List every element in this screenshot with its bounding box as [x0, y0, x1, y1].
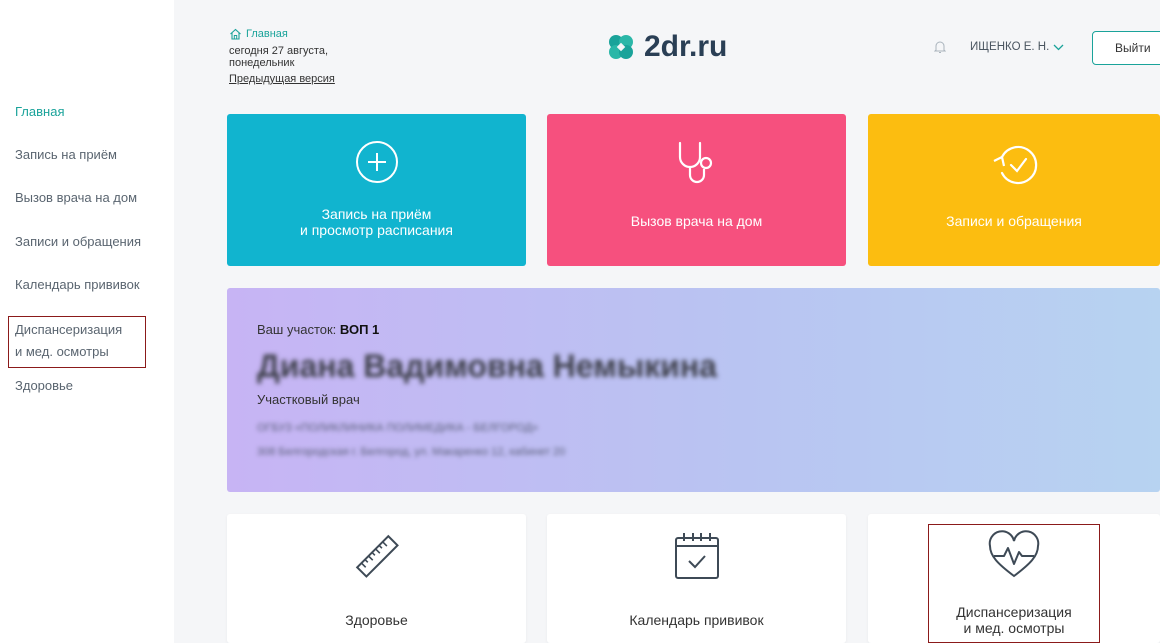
- district-label-text: Ваш участок:: [257, 322, 337, 337]
- previous-version-link[interactable]: Предыдущая версия: [229, 73, 335, 85]
- district-value: ВОП 1: [339, 322, 380, 337]
- sidebar-item-medical-checkup-line1: Диспансеризация: [15, 322, 123, 337]
- tile-records[interactable]: Записи и обращения: [868, 114, 1160, 266]
- tile-home-visit[interactable]: Вызов врача на дом: [547, 114, 846, 266]
- clover-logo-icon: [609, 35, 633, 59]
- tile-appointment-line2: и просмотр расписания: [300, 222, 453, 238]
- chevron-down-icon: [1053, 44, 1064, 50]
- tile-records-label: Записи и обращения: [946, 213, 1082, 229]
- user-name: ИЩЕНКО Е. Н.: [970, 41, 1050, 53]
- logo[interactable]: 2dr.ru: [606, 30, 727, 64]
- card-medical-checkup[interactable]: Диспансеризация и мед. осмотры: [868, 514, 1160, 643]
- calendar-check-icon: [674, 533, 719, 579]
- sidebar-item-vaccination-calendar[interactable]: Календарь прививок: [15, 277, 140, 292]
- clinic-name: ОГБУЗ «ПОЛИКЛИНИКА ПОЛИМЕДИКА - БЕЛГОРОД…: [257, 422, 539, 434]
- breadcrumb-home-label: Главная: [246, 28, 288, 40]
- breadcrumb-home[interactable]: Главная: [229, 28, 288, 40]
- notifications-bell-icon[interactable]: [933, 40, 947, 59]
- sidebar-item-medical-checkup[interactable]: Диспансеризация и мед. осмотры: [8, 316, 146, 368]
- district-panel: Ваш участок: ВОП 1 Диана Вадимовна Немык…: [227, 288, 1160, 492]
- tile-home-visit-label: Вызов врача на дом: [630, 213, 763, 229]
- user-menu[interactable]: ИЩЕНКО Е. Н.: [970, 41, 1064, 53]
- stethoscope-icon: [678, 141, 712, 184]
- doctor-role: Участковый врач: [257, 392, 360, 407]
- current-date: сегодня 27 августа, понедельник: [229, 45, 389, 69]
- logo-text: 2dr.ru: [644, 30, 728, 63]
- ruler-icon: [355, 534, 399, 578]
- sidebar-item-health[interactable]: Здоровье: [15, 378, 73, 393]
- plus-circle-icon: [355, 141, 398, 183]
- card-vaccination-calendar-label: Календарь прививок: [629, 612, 764, 628]
- card-medical-checkup-line2: и мед. осмотры: [963, 620, 1065, 636]
- current-date-line1: сегодня 27 августа,: [229, 45, 328, 57]
- heart-pulse-icon: [988, 530, 1040, 578]
- card-vaccination-calendar[interactable]: Календарь прививок: [547, 514, 846, 643]
- current-date-line2: понедельник: [229, 57, 295, 69]
- clinic-address: 308 Белгородская г. Белгород, ул. Макаре…: [257, 446, 566, 458]
- history-check-icon: [993, 145, 1038, 185]
- sidebar-item-medical-checkup-line2: и мед. осмотры: [15, 344, 109, 359]
- main-content: Главная сегодня 27 августа, понедельник …: [174, 0, 1160, 643]
- tile-appointment-line1: Запись на приём: [321, 206, 432, 222]
- doctor-name: Диана Вадимовна Немыкина: [257, 348, 717, 384]
- sidebar-item-records[interactable]: Записи и обращения: [15, 234, 141, 249]
- card-medical-checkup-label: Диспансеризация и мед. осмотры: [868, 604, 1160, 636]
- district-label: Ваш участок: ВОП 1: [257, 322, 379, 337]
- card-medical-checkup-line1: Диспансеризация: [956, 604, 1072, 620]
- card-health[interactable]: Здоровье: [227, 514, 526, 643]
- sidebar-item-appointment[interactable]: Запись на приём: [15, 147, 117, 162]
- card-health-label: Здоровье: [345, 612, 408, 628]
- sidebar: Главная Запись на приём Вызов врача на д…: [0, 0, 175, 643]
- sidebar-item-home-visit[interactable]: Вызов врача на дом: [15, 190, 137, 205]
- tile-appointment[interactable]: Запись на приём и просмотр расписания: [227, 114, 526, 266]
- home-icon: [230, 28, 241, 40]
- logout-button[interactable]: Выйти: [1092, 31, 1160, 65]
- sidebar-item-home[interactable]: Главная: [15, 104, 64, 119]
